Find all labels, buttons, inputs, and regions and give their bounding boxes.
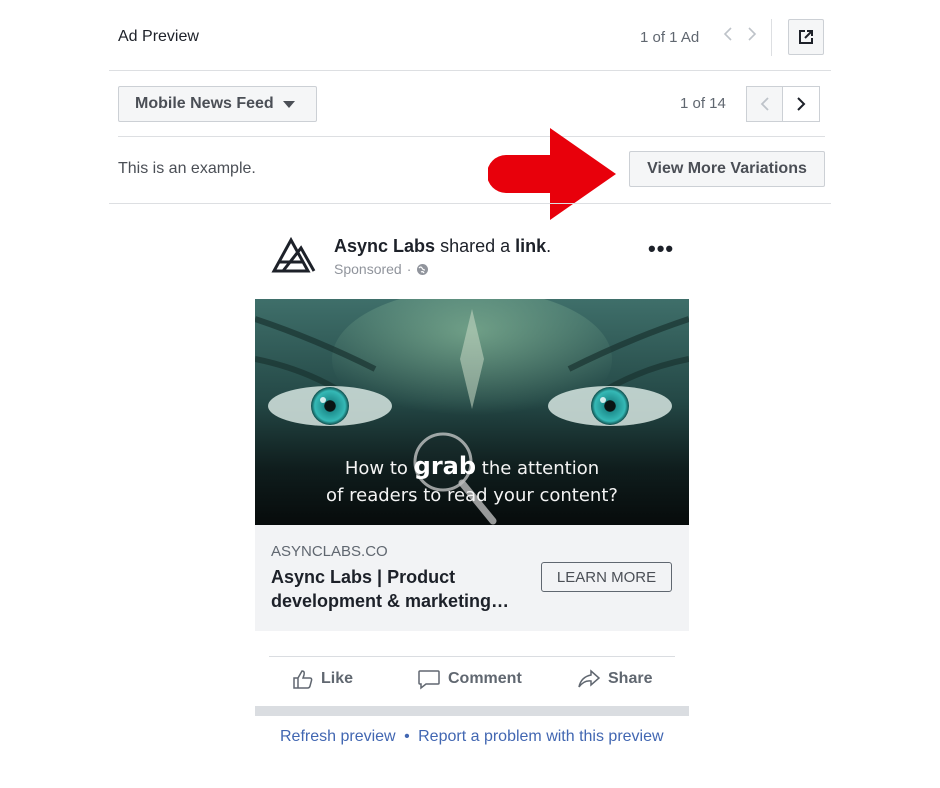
chevron-right-icon [797,97,806,111]
link-domain: ASYNCLABS.CO [271,543,388,560]
share-button[interactable]: Share [577,668,652,690]
comment-label: Comment [448,670,522,687]
chevron-right-icon[interactable] [746,26,758,47]
placement-next-button[interactable] [783,86,820,122]
report-problem-link[interactable]: Report a problem with this preview [418,728,663,745]
ad-creative-image[interactable]: How to grab the attention of readers to … [255,299,689,525]
divider [109,70,831,71]
red-arrow-icon [487,128,616,225]
example-text: This is an example. [118,160,256,177]
creative-headline-line-1: How to grab the attention [344,452,600,480]
share-label: Share [608,670,653,687]
page-name-link[interactable]: Async Labs [334,236,435,256]
post-author-line: Async Labs shared a link. [334,236,552,256]
placement-count: 1 of 14 [680,95,726,112]
link-headline[interactable]: Async Labs | Product development & marke… [271,565,531,613]
divider [109,203,831,204]
comment-button[interactable]: Comment [417,668,522,690]
more-options-icon[interactable]: ••• [648,236,674,262]
post-bottom-bar [255,706,689,716]
caret-down-icon [282,100,295,108]
comment-icon [418,670,440,690]
placement-dropdown[interactable]: Mobile News Feed [118,86,317,122]
share-icon [578,669,601,688]
ad-preview-title: Ad Preview [118,28,199,45]
sponsored-label: Sponsored [334,261,402,277]
placement-label: Mobile News Feed [135,95,274,112]
open-external-button[interactable] [788,19,824,55]
creative-headline-line-2: of readers to read your content? [326,485,618,506]
footer-separator: • [404,728,410,745]
divider [771,19,772,56]
refresh-preview-link[interactable]: Refresh preview [280,728,396,745]
shared-link[interactable]: link [515,236,546,256]
post-action-text: shared a [440,236,511,256]
sponsored-line: Sponsored · [334,261,429,277]
thumbs-up-icon [293,670,313,689]
placement-pager [746,86,820,122]
open-external-icon [799,30,813,44]
globe-icon [417,263,429,275]
like-button[interactable]: Like [292,668,353,690]
learn-more-button[interactable]: LEARN MORE [541,562,672,592]
preview-footer: Refresh preview • Report a problem with … [280,728,664,746]
placement-prev-button[interactable] [746,86,783,122]
async-labs-logo[interactable] [271,236,317,279]
ad-count: 1 of 1 Ad [640,29,700,46]
view-more-variations-button[interactable]: View More Variations [629,151,825,187]
chevron-left-icon[interactable] [722,26,734,47]
divider [269,656,675,657]
divider [118,136,825,137]
like-label: Like [321,670,354,687]
chevron-left-icon [760,97,769,111]
